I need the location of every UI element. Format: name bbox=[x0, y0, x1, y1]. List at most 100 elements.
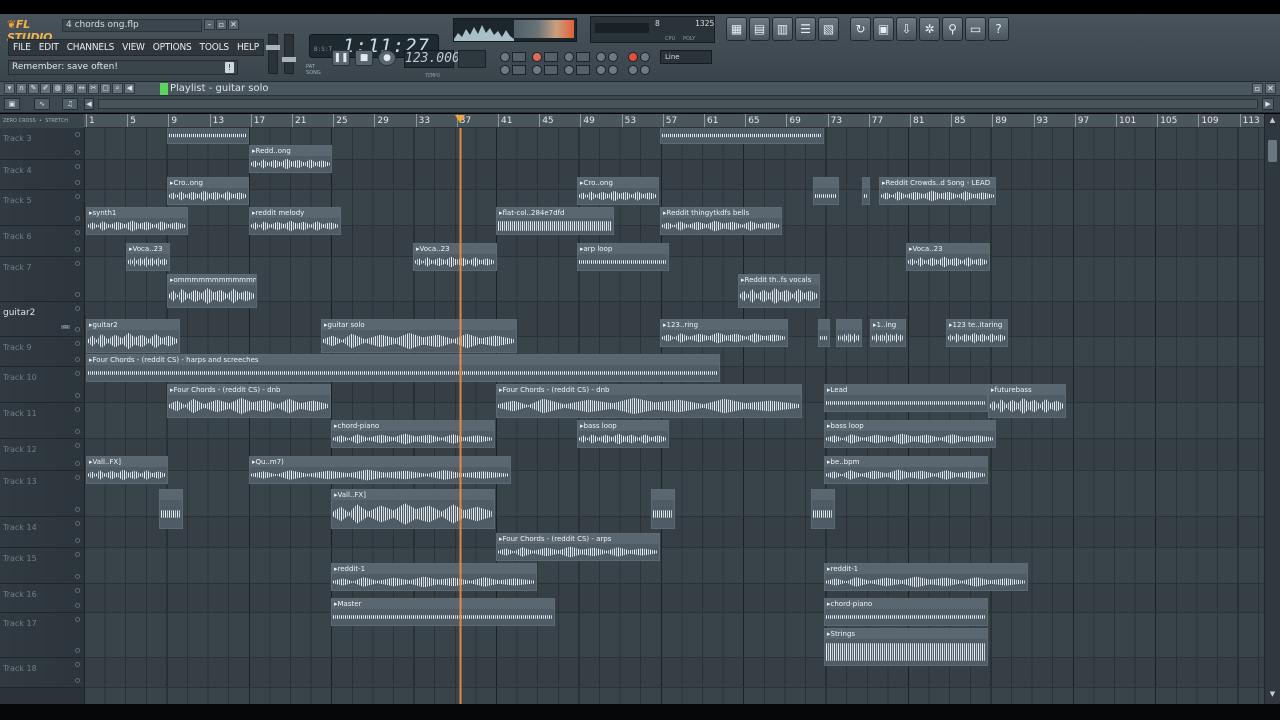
audio-clip[interactable]: ▸Four Chords - (reddit CS) - harps and s… bbox=[86, 354, 720, 382]
audio-clip[interactable]: ▸Voca..23 bbox=[413, 243, 497, 271]
track-mute-icon[interactable] bbox=[75, 261, 80, 266]
playback-tool-icon[interactable]: ◀ bbox=[124, 83, 135, 94]
audio-clip[interactable]: ▸flat-col..284e7dfd bbox=[496, 207, 614, 235]
audio-clip[interactable]: ▸Reddit thingytkdfs bells bbox=[660, 207, 782, 235]
audio-clip[interactable]: ▸reddit-1 bbox=[824, 563, 1028, 591]
detach-icon[interactable]: ▫ bbox=[1252, 83, 1263, 94]
track-mute-icon[interactable] bbox=[75, 341, 80, 346]
scroll-button[interactable] bbox=[500, 65, 510, 75]
typing-keyboard-button[interactable] bbox=[596, 52, 606, 62]
track-mute-icon[interactable] bbox=[75, 662, 80, 667]
track-mute-icon[interactable] bbox=[75, 164, 80, 169]
restore-icon[interactable]: ▫ bbox=[216, 19, 227, 30]
track-header[interactable]: Track 15 bbox=[0, 548, 84, 584]
track-mute-icon[interactable] bbox=[75, 475, 80, 480]
track-header[interactable]: Track 14 bbox=[0, 517, 84, 548]
playlist-grid[interactable]: ▸Redd..ong ▸Cro..ong ▸Cro..ong ▸Reddit C… bbox=[84, 128, 1264, 704]
stop-button[interactable]: ■ bbox=[355, 50, 373, 66]
audio-clip[interactable]: ▸be..bpm bbox=[824, 456, 988, 484]
audio-clip[interactable]: ▸guitar solo bbox=[321, 319, 517, 353]
slip-tool-icon[interactable]: ↔ bbox=[76, 83, 87, 94]
track-lane[interactable] bbox=[84, 548, 1264, 584]
menu-channels[interactable]: CHANNELS bbox=[63, 40, 118, 55]
audio-clip[interactable]: ▸Qu..m7) bbox=[249, 456, 511, 484]
step-edit-button[interactable] bbox=[564, 52, 574, 62]
menu-help[interactable]: HELP bbox=[233, 40, 263, 55]
track-header[interactable]: Track 9 bbox=[0, 337, 84, 367]
track-lane[interactable] bbox=[84, 257, 1264, 302]
audio-clip[interactable]: ▸futurebass bbox=[988, 384, 1066, 418]
scroll-down-icon[interactable]: ▼ bbox=[1268, 690, 1277, 699]
audio-clip[interactable] bbox=[818, 319, 830, 347]
audio-clip[interactable]: ▸Vall..FX] bbox=[331, 489, 495, 529]
track-select-icon[interactable] bbox=[75, 357, 80, 362]
pattern-clip-icon[interactable]: ♫ bbox=[62, 98, 78, 110]
audio-clip[interactable]: ▸Four Chords - (reddit CS) - arps bbox=[496, 533, 660, 561]
playlist-button[interactable] bbox=[512, 65, 526, 75]
track-select-icon[interactable] bbox=[75, 648, 80, 653]
link-button[interactable] bbox=[640, 52, 650, 62]
track-header[interactable]: Track 17 bbox=[0, 613, 84, 658]
tempo-display[interactable]: 123.000 TEMPO bbox=[404, 50, 460, 79]
plugin-picker-button[interactable] bbox=[596, 65, 606, 75]
snap-select[interactable]: Line bbox=[660, 50, 712, 64]
help-icon[interactable]: ? bbox=[988, 17, 1009, 41]
track-lane[interactable] bbox=[84, 613, 1264, 658]
options-arrow-icon[interactable]: ▾ bbox=[4, 83, 15, 94]
magnet-icon[interactable]: ∩ bbox=[16, 83, 27, 94]
menu-edit[interactable]: EDIT bbox=[35, 40, 63, 55]
audio-clip[interactable]: ▸bass loop bbox=[824, 420, 996, 448]
browser-icon[interactable]: ☰ bbox=[795, 17, 816, 41]
audio-clip[interactable]: ▸Redd..ong bbox=[249, 145, 332, 173]
audio-clip[interactable] bbox=[862, 177, 870, 205]
master-pitch-slider[interactable] bbox=[282, 34, 296, 74]
audio-clip[interactable]: ▸Voca..23 bbox=[906, 243, 990, 271]
track-mute-icon[interactable] bbox=[75, 371, 80, 376]
draw-tool-icon[interactable]: ✎ bbox=[28, 83, 39, 94]
track-mute-icon[interactable] bbox=[75, 552, 80, 557]
track-lane[interactable] bbox=[84, 584, 1264, 613]
track-header[interactable]: Track 16 bbox=[0, 584, 84, 613]
track-mute-icon[interactable] bbox=[75, 407, 80, 412]
track-select-icon[interactable] bbox=[75, 393, 80, 398]
track-header[interactable]: Track 7 bbox=[0, 257, 84, 302]
audio-clip[interactable] bbox=[811, 489, 835, 529]
piano-roll-icon[interactable]: ▥ bbox=[772, 17, 793, 41]
audio-clip[interactable]: ▸arp loop bbox=[577, 243, 669, 271]
track-mute-icon[interactable] bbox=[75, 194, 80, 199]
track-lane[interactable] bbox=[84, 658, 1264, 688]
playlist-close-icon[interactable]: ✕ bbox=[1265, 83, 1276, 94]
audio-clip[interactable]: ▸Strings bbox=[824, 628, 988, 666]
track-header[interactable]: Track 3 bbox=[0, 128, 84, 160]
audio-clip[interactable] bbox=[651, 489, 675, 529]
pattern-selector[interactable] bbox=[458, 50, 486, 68]
track-grid-icon[interactable]: ▭ bbox=[60, 324, 71, 330]
punch-in-button[interactable] bbox=[640, 65, 650, 75]
audio-clip[interactable]: ▸guitar2 bbox=[86, 319, 180, 353]
track-header[interactable]: Track 4 bbox=[0, 160, 84, 190]
audio-clip[interactable] bbox=[836, 319, 862, 347]
track-mute-icon[interactable] bbox=[75, 521, 80, 526]
loop-record-button[interactable] bbox=[576, 52, 590, 62]
minimize-icon[interactable]: – bbox=[204, 19, 215, 30]
stretch-toggle[interactable]: STRETCH bbox=[45, 118, 68, 124]
wait-input-button[interactable] bbox=[512, 52, 526, 62]
undo-icon[interactable]: ↻ bbox=[850, 17, 871, 41]
audio-clip[interactable]: ▸Vall..FX] bbox=[86, 456, 168, 484]
horizontal-scrollbar[interactable] bbox=[98, 99, 1258, 109]
audio-clip[interactable]: ▸reddit-1 bbox=[331, 563, 537, 591]
close-icon[interactable]: ✕ bbox=[228, 19, 239, 30]
paint-tool-icon[interactable]: ✐ bbox=[40, 83, 51, 94]
audio-clip[interactable]: ▸ommmmmmmmmmmm bbox=[167, 274, 257, 308]
track-select-icon[interactable] bbox=[75, 429, 80, 434]
track-select-icon[interactable] bbox=[75, 292, 80, 297]
track-select-icon[interactable] bbox=[75, 507, 80, 512]
zero-cross-toggle[interactable]: ZERO CROSS bbox=[3, 118, 36, 124]
audio-clip[interactable]: ▸Master bbox=[331, 598, 555, 626]
track-select-icon[interactable] bbox=[75, 678, 80, 683]
menu-options[interactable]: OPTIONS bbox=[149, 40, 196, 55]
audio-clip[interactable]: ▸chord-piano bbox=[824, 598, 988, 626]
audio-clip[interactable] bbox=[167, 128, 249, 144]
playhead-marker-icon[interactable] bbox=[455, 115, 465, 123]
track-header[interactable]: Track 11 bbox=[0, 403, 84, 439]
